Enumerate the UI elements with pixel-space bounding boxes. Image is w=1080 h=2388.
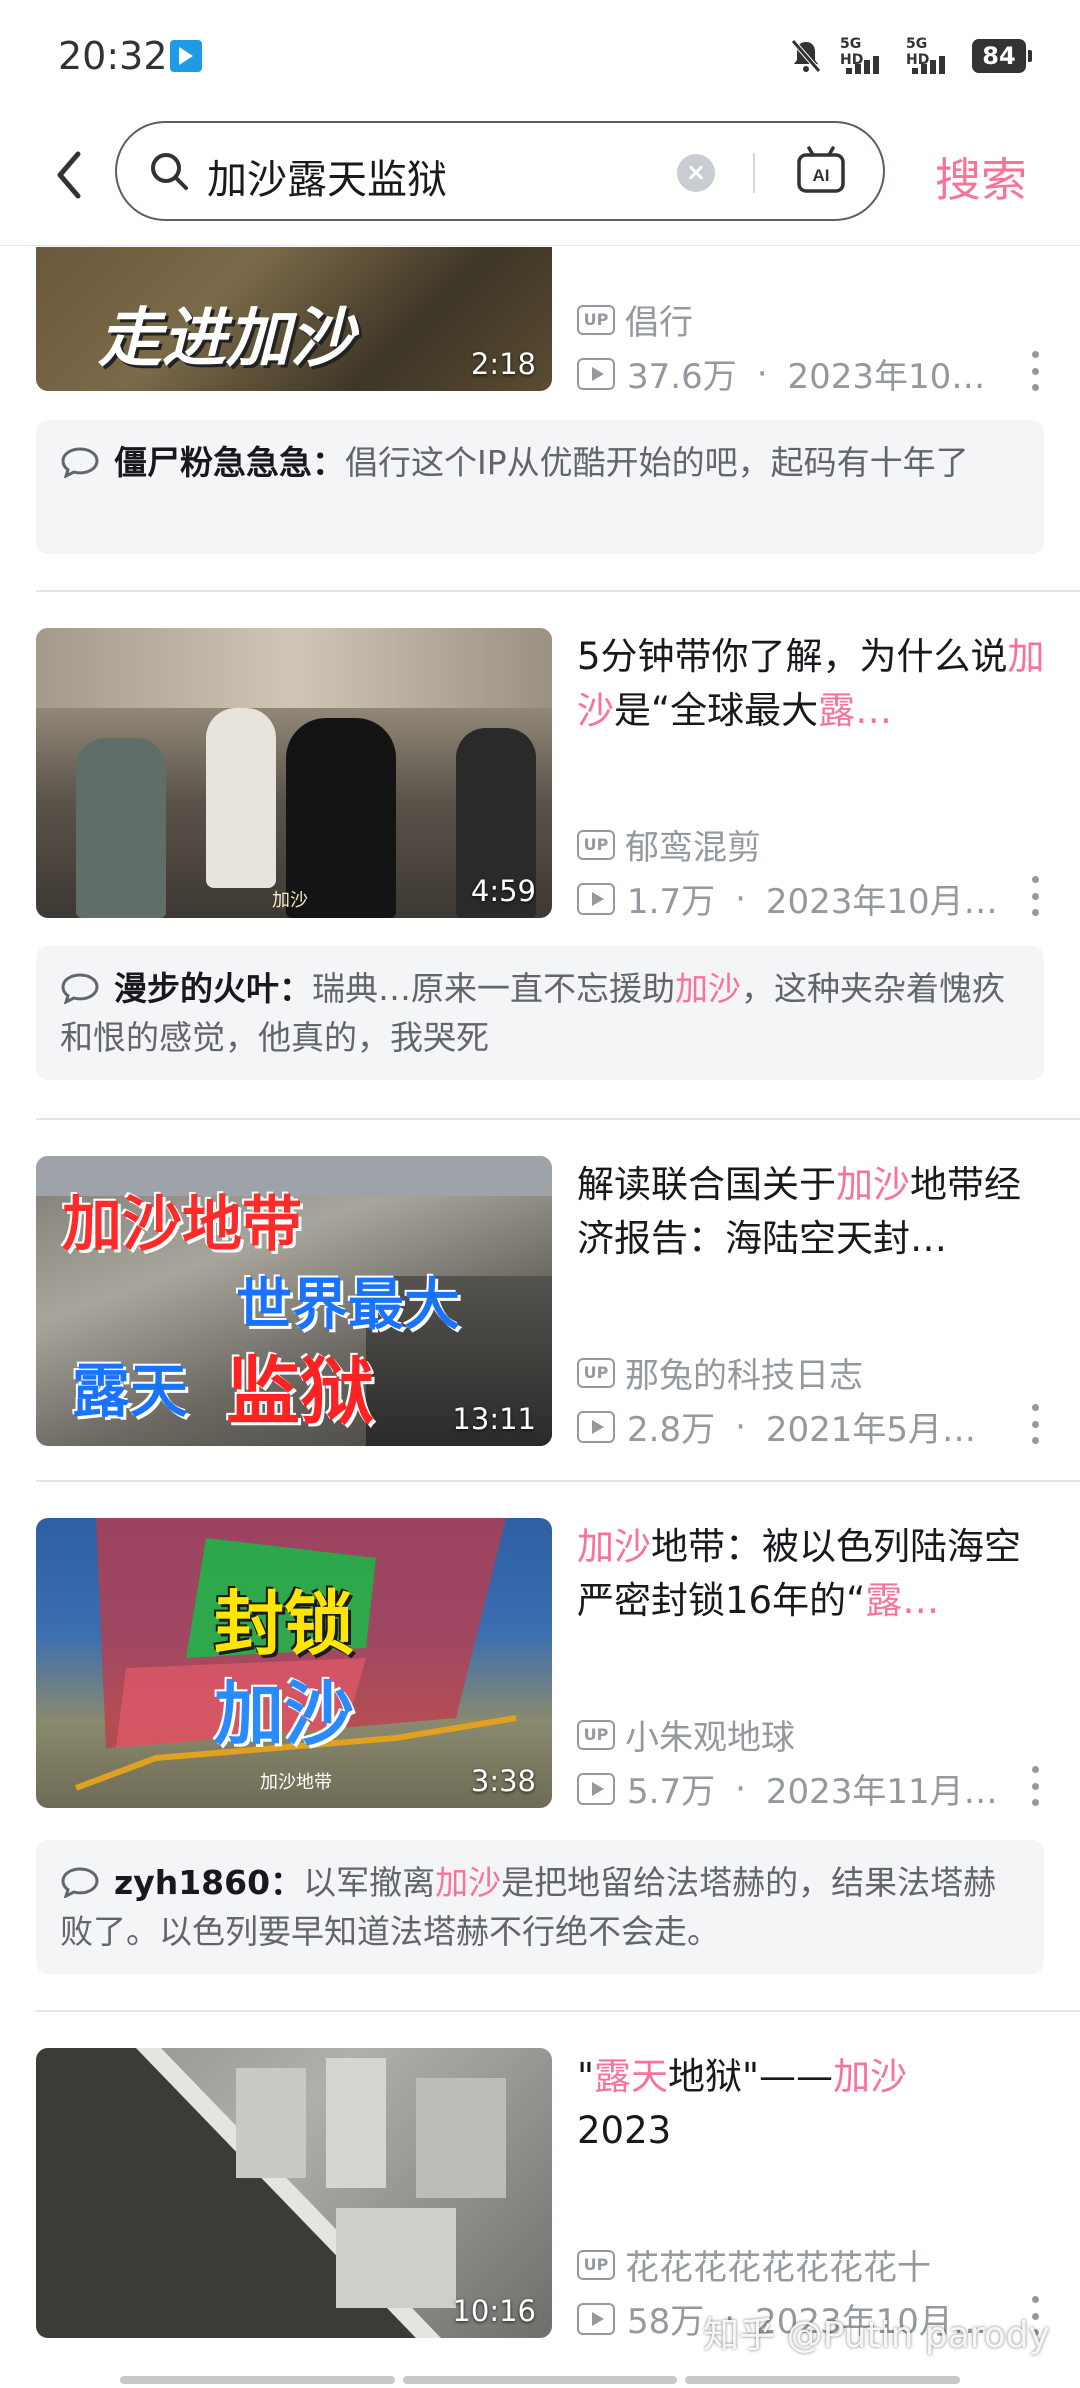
- signal-5g-2-icon: 5G HD: [906, 36, 954, 76]
- comment-user: 漫步的火叶：: [114, 969, 312, 1008]
- video-thumbnail[interactable]: 封锁 加沙 加沙地带 3:38: [36, 1518, 552, 1808]
- thumbnail-caption: 加沙: [272, 890, 308, 911]
- search-query-text[interactable]: 加沙露天监狱: [207, 147, 447, 205]
- up-badge-icon: UP: [577, 1357, 615, 1388]
- status-time: 20:32: [58, 34, 168, 78]
- video-duration: 4:59: [470, 874, 536, 908]
- thumbnail-overlay-text: 走进加沙: [98, 302, 354, 376]
- more-options-icon[interactable]: [1030, 1404, 1040, 1444]
- thumbnail-caption: 加沙地带: [260, 1772, 332, 1793]
- search-header: 加沙露天监狱 AI 搜索: [0, 118, 1080, 246]
- featured-comment[interactable]: 僵尸粉急急急：倡行这个IP从优酷开始的吧，起码有十年了: [36, 420, 1044, 554]
- video-title[interactable]: 解读联合国关于加沙地带经济报告：海陆空天封…: [577, 1158, 1047, 1268]
- up-badge-icon: UP: [577, 2249, 615, 2280]
- mute-bell-icon: [791, 39, 821, 73]
- uploader-row[interactable]: UP 小朱观地球: [577, 1710, 795, 1759]
- video-thumbnail[interactable]: 走进加沙 2:18: [36, 247, 552, 391]
- svg-text:AI: AI: [813, 166, 830, 185]
- featured-comment[interactable]: 漫步的火叶：瑞典…原来一直不忘援助加沙，这种夹杂着愧疚和恨的感觉，他真的，我哭死: [36, 946, 1044, 1080]
- play-count-icon: [577, 357, 615, 390]
- publish-date: 2021年5月…: [765, 1410, 977, 1450]
- stats-row: 37.6万 · 2023年10…: [577, 349, 1047, 398]
- stats-row: 1.7万 · 2023年10月…: [577, 874, 1047, 923]
- thumbnail-overlay-line: 加沙地带: [62, 1190, 302, 1260]
- comment-bubble-icon: [61, 447, 99, 478]
- uploader-row[interactable]: UP 倡行: [577, 295, 693, 344]
- up-badge-icon: UP: [577, 1719, 615, 1750]
- zhihu-watermark: 知乎 @Putin parody: [703, 2315, 1050, 2356]
- play-count-icon: [577, 2302, 615, 2335]
- uploader-name[interactable]: 花花花花花花花花十: [625, 2240, 931, 2289]
- uploader-name[interactable]: 倡行: [625, 295, 693, 344]
- featured-comment[interactable]: zyh1860：以军撤离加沙是把地留给法塔赫的，结果法塔赫败了。以色列要早知道法…: [36, 1840, 1044, 1974]
- video-duration: 3:38: [470, 1764, 536, 1798]
- comment-bubble-icon: [61, 1867, 99, 1898]
- ai-search-icon[interactable]: AI: [795, 145, 847, 197]
- comment-user: 僵尸粉急急急：: [114, 443, 345, 482]
- status-bar: 20:32 5G HD 5G HD 84: [0, 0, 1080, 118]
- search-divider: [753, 153, 755, 193]
- video-thumbnail[interactable]: 加沙 4:59: [36, 628, 552, 918]
- comment-bubble-icon: [61, 973, 99, 1004]
- video-card[interactable]: 加沙 4:59 5分钟带你了解，为什么说加沙是“全球最大露… UP 郁鸾混剪 1…: [36, 628, 1047, 923]
- video-duration: 13:11: [452, 1402, 536, 1436]
- battery-icon: 84: [972, 39, 1032, 73]
- uploader-row[interactable]: UP 那兔的科技日志: [577, 1348, 863, 1397]
- video-thumbnail[interactable]: 10:16: [36, 2048, 552, 2338]
- uploader-name[interactable]: 那兔的科技日志: [625, 1348, 863, 1397]
- view-count: 37.6万: [627, 357, 737, 397]
- play-count-icon: [577, 1410, 615, 1443]
- more-options-icon[interactable]: [1030, 1766, 1040, 1806]
- publish-date: 2023年10月…: [765, 882, 998, 922]
- video-card[interactable]: 封锁 加沙 加沙地带 3:38 加沙地带：被以色列陆海空严密封锁16年的“露… …: [36, 1518, 1047, 1813]
- more-options-icon[interactable]: [1030, 351, 1040, 391]
- play-count-icon: [577, 1772, 615, 1805]
- view-count: 5.7万: [627, 1772, 716, 1812]
- video-duration: 2:18: [470, 347, 536, 381]
- divider: [36, 590, 1080, 592]
- video-title[interactable]: 加沙地带：被以色列陆海空严密封锁16年的“露…: [577, 1520, 1047, 1630]
- video-card[interactable]: 走进加沙 2:18 UP 倡行 37.6万 · 2023年10…: [36, 247, 1044, 397]
- uploader-name[interactable]: 郁鸾混剪: [625, 820, 761, 869]
- play-count-icon: [577, 882, 615, 915]
- thumbnail-overlay-line: 加沙: [214, 1673, 354, 1755]
- video-title[interactable]: 5分钟带你了解，为什么说加沙是“全球最大露…: [577, 630, 1047, 740]
- divider: [36, 1118, 1080, 1120]
- publish-date: 2023年10…: [787, 357, 986, 397]
- uploader-name[interactable]: 小朱观地球: [625, 1710, 795, 1759]
- search-button[interactable]: 搜索: [935, 144, 1027, 210]
- publish-date: 2023年11月…: [765, 1772, 998, 1812]
- stats-row: 5.7万 · 2023年11月…: [577, 1764, 1047, 1813]
- more-options-icon[interactable]: [1030, 876, 1040, 916]
- thumbnail-overlay-line: 监狱: [226, 1349, 374, 1435]
- video-card[interactable]: 加沙地带 世界最大 露天 监狱 13:11 解读联合国关于加沙地带经济报告：海陆…: [36, 1156, 1047, 1451]
- view-count: 1.7万: [627, 882, 716, 922]
- up-badge-icon: UP: [577, 829, 615, 860]
- thumbnail-overlay-line: 封锁: [214, 1583, 354, 1665]
- stats-row: 2.8万 · 2021年5月…: [577, 1402, 1047, 1451]
- clear-input-icon[interactable]: [677, 154, 715, 192]
- back-arrow-icon[interactable]: [50, 146, 90, 204]
- comment-user: zyh1860：: [114, 1863, 304, 1902]
- divider: [36, 2010, 1080, 2012]
- video-thumbnail[interactable]: 加沙地带 世界最大 露天 监狱 13:11: [36, 1156, 552, 1446]
- video-title[interactable]: "露天地狱"——加沙 2023: [577, 2050, 1047, 2160]
- thumbnail-overlay-line: 露天: [72, 1357, 189, 1425]
- view-count: 58万: [627, 2302, 705, 2342]
- view-count: 2.8万: [627, 1410, 716, 1450]
- video-card[interactable]: 10:16 "露天地狱"——加沙 2023 UP 花花花花花花花花十 58万 · …: [36, 2048, 1047, 2342]
- thumbnail-overlay-line: 世界最大: [236, 1273, 460, 1338]
- signal-5g-1-icon: 5G HD: [840, 36, 888, 76]
- comment-text: 倡行这个IP从优酷开始的吧，起码有十年了: [345, 443, 969, 482]
- search-icon: [151, 153, 188, 190]
- app-notification-icon: [170, 40, 202, 72]
- bottom-scroll-indicator: [120, 2376, 961, 2384]
- divider: [36, 1480, 1080, 1482]
- video-duration: 10:16: [452, 2294, 536, 2328]
- search-input[interactable]: 加沙露天监狱 AI: [115, 121, 885, 221]
- up-badge-icon: UP: [577, 304, 615, 335]
- uploader-row[interactable]: UP 郁鸾混剪: [577, 820, 761, 869]
- uploader-row[interactable]: UP 花花花花花花花花十: [577, 2240, 931, 2289]
